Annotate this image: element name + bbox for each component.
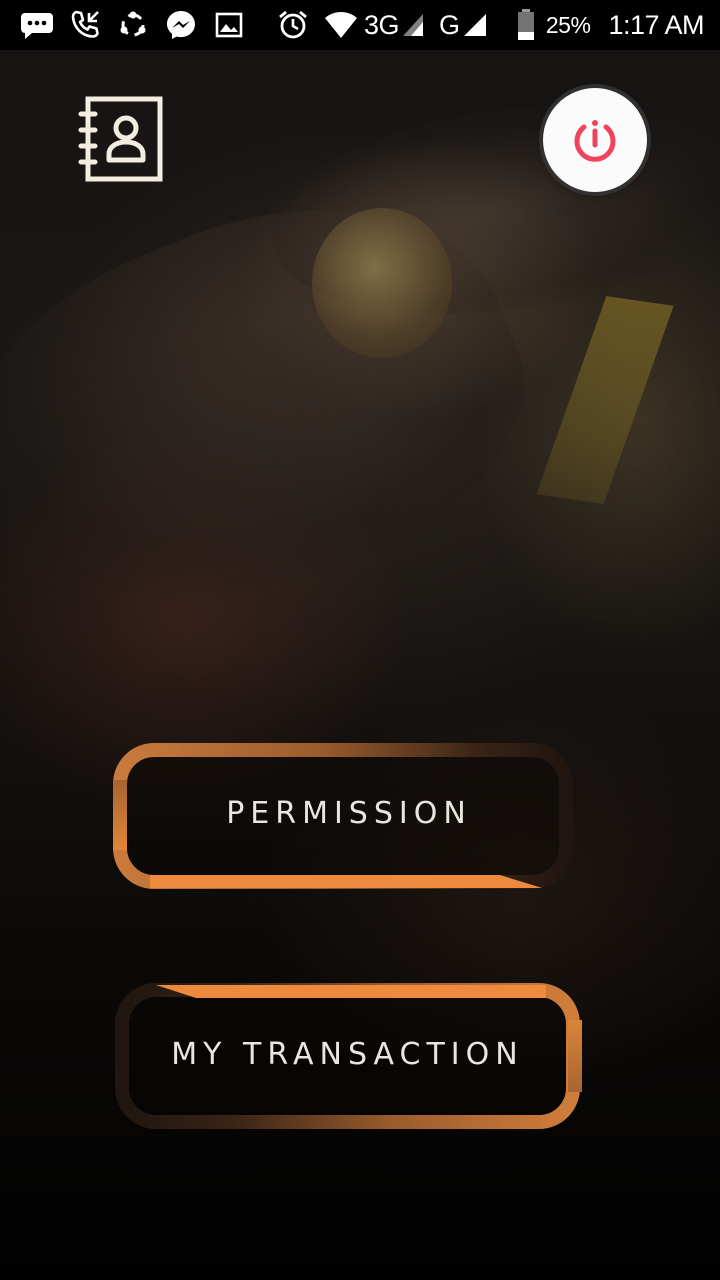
my-transaction-button[interactable]: MY TRANSACTION [110, 980, 585, 1135]
alarm-icon [276, 8, 310, 42]
background-price-tag [536, 296, 674, 504]
battery-icon [516, 8, 536, 42]
status-bar: 3G G 25% 1:17 AM [0, 0, 720, 50]
signal-icon [463, 14, 486, 36]
call-icon [68, 8, 102, 42]
messenger-icon [164, 8, 198, 42]
network-type-label-2: G [439, 9, 460, 40]
permission-label: PERMISSION [226, 796, 472, 831]
background-fruit [312, 208, 452, 358]
image-icon [212, 8, 246, 42]
my-transaction-label: MY TRANSACTION [171, 1037, 524, 1072]
power-icon [574, 120, 616, 162]
app-screen: 3G G 25% 1:17 AM PERMISSION MY TRANSACTI… [0, 0, 720, 1280]
sync-icon [116, 8, 150, 42]
power-button[interactable] [543, 88, 647, 192]
battery-percent: 25% [545, 11, 591, 38]
permission-button[interactable]: PERMISSION [110, 740, 580, 895]
message-icon [20, 8, 54, 42]
wifi-icon [324, 8, 358, 42]
contact-book-icon [78, 96, 163, 182]
contact-book-button[interactable] [78, 96, 164, 182]
network-type-label: 3G [364, 9, 400, 40]
clock: 1:17 AM [608, 9, 704, 40]
signal-icon [403, 14, 424, 36]
